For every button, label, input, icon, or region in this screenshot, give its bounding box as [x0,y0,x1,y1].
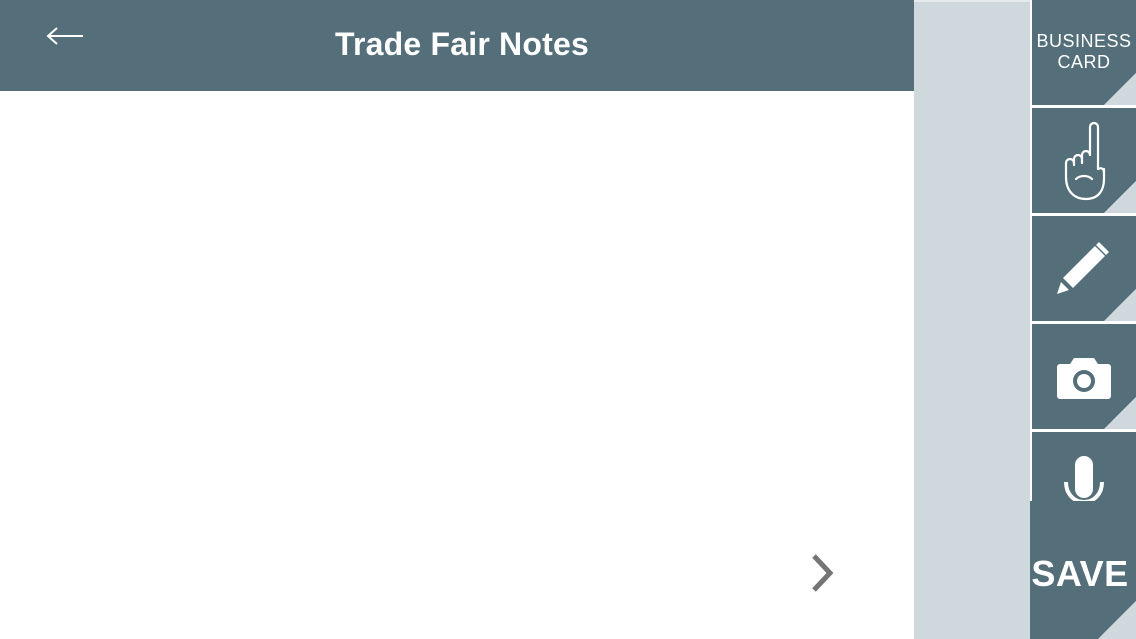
next-button[interactable] [802,550,842,596]
side-panel [914,0,1030,639]
voice-button[interactable] [1032,432,1136,502]
microphone-icon [1064,456,1104,502]
notes-canvas[interactable] [0,91,914,639]
page-fold-corner [1104,181,1136,213]
save-label: SAVE [1031,553,1129,594]
camera-icon [1057,357,1111,399]
page-fold-corner [1104,397,1136,429]
page-title: Trade Fair Notes [335,26,589,62]
page-fold-corner [1098,601,1136,639]
business-card-label-line2: CARD [1057,52,1111,72]
business-card-label-line1: BUSINESS [1036,31,1132,51]
chevron-right-icon [812,554,834,592]
gesture-button[interactable] [1032,108,1136,213]
page-fold-corner [1104,289,1136,321]
panel-divider [914,0,1030,2]
voice-icon-wrap [1032,432,1136,502]
page-fold-corner [1104,73,1136,105]
app-header: Trade Fair Notes [0,0,914,91]
draw-button[interactable] [1032,216,1136,321]
business-card-button[interactable]: BUSINESS CARD [1032,0,1136,105]
save-button[interactable]: SAVE [1030,501,1136,639]
business-card-label: BUSINESS CARD [1032,31,1136,73]
photo-button[interactable] [1032,324,1136,429]
